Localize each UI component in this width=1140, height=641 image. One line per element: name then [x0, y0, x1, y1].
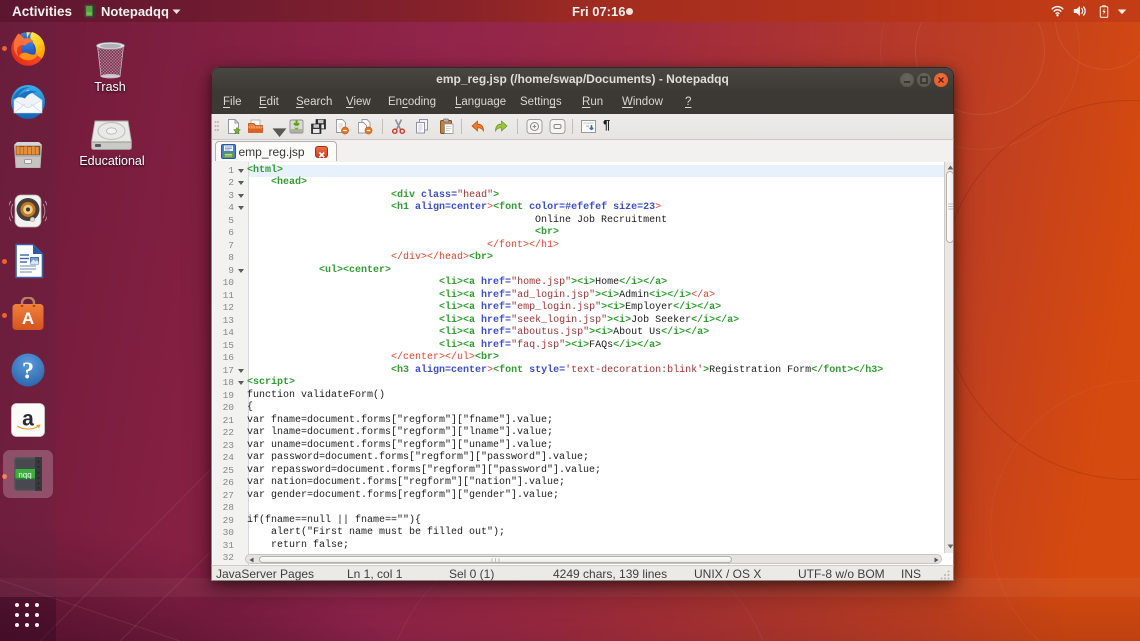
svg-text:?: ? [22, 359, 34, 385]
svg-text:a: a [22, 408, 34, 431]
svg-text:nqq: nqq [18, 471, 31, 480]
svg-text:A: A [22, 309, 34, 328]
